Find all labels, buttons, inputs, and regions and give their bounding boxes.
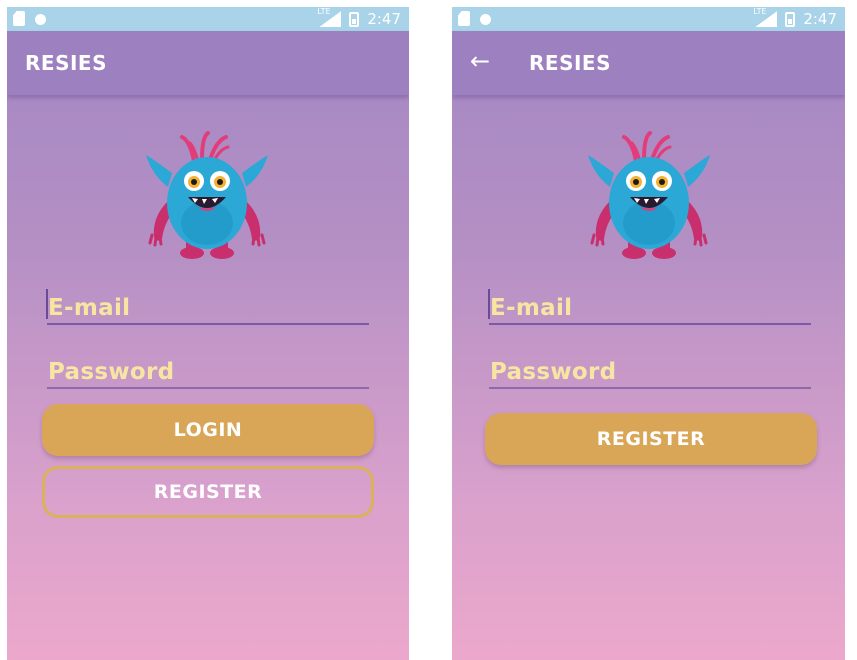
- back-arrow-icon[interactable]: ←: [470, 49, 490, 73]
- register-button[interactable]: REGISTER: [42, 466, 374, 518]
- password-field[interactable]: Password: [47, 347, 369, 389]
- login-button[interactable]: LOGIN: [42, 404, 374, 456]
- sim-card-icon: [458, 11, 470, 26]
- status-bar: LTE 2:47: [7, 7, 409, 31]
- email-placeholder: E-mail: [490, 295, 573, 321]
- network-type-label: LTE: [753, 7, 767, 16]
- status-time: 2:47: [803, 10, 837, 28]
- monster-mascot-icon: [586, 131, 712, 261]
- battery-icon: [349, 11, 360, 27]
- app-title: RESIES: [25, 51, 107, 75]
- signal-icon: LTE: [753, 7, 777, 27]
- login-screen: LTE 2:47 RESIES E-mail Password LOGIN RE…: [7, 7, 409, 660]
- password-placeholder: Password: [490, 359, 617, 385]
- sim-card-icon: [13, 11, 25, 26]
- email-placeholder: E-mail: [48, 295, 131, 321]
- password-placeholder: Password: [48, 359, 175, 385]
- app-bar: ← RESIES: [452, 31, 845, 95]
- email-field[interactable]: E-mail: [46, 283, 369, 325]
- monster-mascot-icon: [144, 131, 270, 261]
- register-button[interactable]: REGISTER: [485, 413, 817, 465]
- app-bar: RESIES: [7, 31, 409, 95]
- notification-icon: [480, 14, 491, 25]
- network-type-label: LTE: [317, 7, 331, 16]
- status-bar: LTE 2:47: [452, 7, 845, 31]
- status-time: 2:47: [367, 10, 401, 28]
- battery-icon: [785, 11, 796, 27]
- password-field[interactable]: Password: [489, 347, 811, 389]
- notification-icon: [35, 14, 46, 25]
- email-field[interactable]: E-mail: [488, 283, 811, 325]
- app-title: RESIES: [529, 51, 611, 75]
- signal-icon: LTE: [317, 7, 341, 27]
- register-screen: LTE 2:47 ← RESIES E-mail Password REGIST…: [452, 7, 845, 660]
